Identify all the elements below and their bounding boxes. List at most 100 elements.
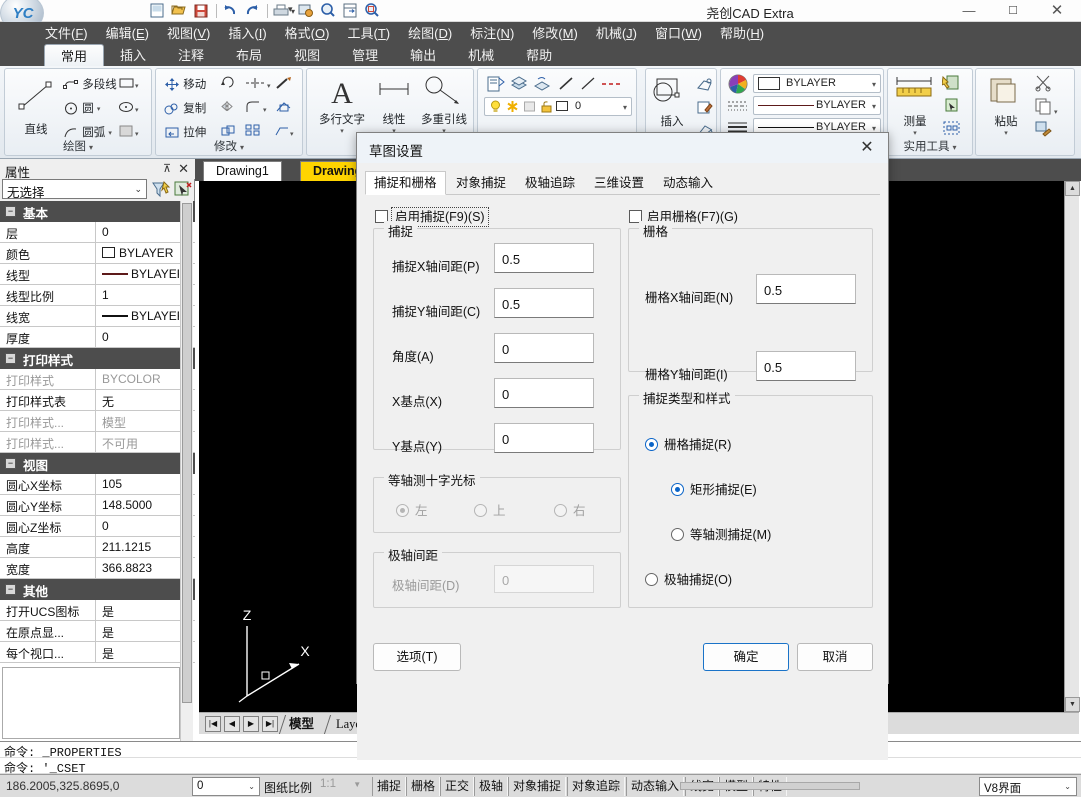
object-linetype-combo[interactable]: BYLAYER ▾ <box>753 96 881 115</box>
new-icon[interactable] <box>148 2 168 21</box>
property-value[interactable]: 不可用 <box>97 432 179 452</box>
status-layer-combo[interactable]: 0 ⌄ <box>192 777 260 796</box>
status-toggle-1[interactable]: 栅格 <box>406 777 441 796</box>
selection-combo[interactable]: 无选择 ⌄ <box>2 179 147 200</box>
menu-item-t[interactable]: 工具(T) <box>338 22 399 44</box>
ellipse-button[interactable]: ▾ <box>118 100 139 116</box>
property-group-header[interactable]: − 打印样式 <box>0 348 195 369</box>
dialog-tab-3[interactable]: 三维设置 <box>585 171 653 195</box>
layer-unisolate-icon[interactable] <box>532 75 552 96</box>
property-row[interactable]: 颜色 BYLAYER <box>0 243 195 264</box>
property-value[interactable]: 366.8823 <box>97 558 179 578</box>
property-value[interactable]: BYCOLOR <box>97 369 179 389</box>
layer-color-swatch[interactable] <box>556 101 568 111</box>
close-icon[interactable]: ✕ <box>178 161 189 177</box>
property-value[interactable]: 0 <box>97 222 179 242</box>
iso-left-radio[interactable] <box>396 504 409 517</box>
status-toggle-5[interactable]: 对象追踪 <box>567 777 626 796</box>
status-toggle-4[interactable]: 对象捕捉 <box>508 777 567 796</box>
zoom-window-icon[interactable] <box>363 2 383 21</box>
fillet-button[interactable]: ▾ <box>245 100 267 116</box>
ribbon-tab-3[interactable]: 布局 <box>220 44 278 66</box>
expander-icon[interactable]: − <box>5 584 16 595</box>
minimize-button[interactable]: — <box>947 0 991 22</box>
paste-button[interactable]: 粘贴 ▾ <box>980 75 1032 137</box>
properties-scrollbar[interactable] <box>180 201 193 744</box>
cancel-button[interactable]: 取消 <box>797 643 873 671</box>
polar-spacing-input[interactable] <box>494 565 594 593</box>
layer-freeze-vp-icon[interactable] <box>523 100 536 117</box>
status-track[interactable] <box>680 782 860 790</box>
menu-item-m[interactable]: 修改(M) <box>523 22 587 44</box>
property-row[interactable]: 打印样式表无 <box>0 390 195 411</box>
property-row[interactable]: 圆心Z坐标 0 <box>0 516 195 537</box>
maximize-button[interactable]: ☐ <box>991 0 1035 22</box>
edit-polyline-button[interactable] <box>274 76 294 93</box>
layer-dashed-icon[interactable] <box>600 75 626 96</box>
layout-icon[interactable] <box>341 2 361 21</box>
copy-button[interactable]: 复制 <box>164 100 206 116</box>
chevron-down-icon[interactable]: ▾ <box>872 102 876 111</box>
property-value[interactable]: 0 <box>97 516 179 536</box>
snap-x-input[interactable] <box>494 243 594 273</box>
select-objects-icon[interactable] <box>173 180 193 199</box>
property-row[interactable]: 打印样式... 不可用 <box>0 432 195 453</box>
measure-button[interactable]: 测量 ▾ <box>890 75 940 137</box>
property-row[interactable]: 打印样式 BYCOLOR <box>0 369 195 390</box>
property-row[interactable]: 在原点显... 是 <box>0 621 195 642</box>
drawing-tab-drawing1[interactable]: Drawing1 <box>203 161 282 181</box>
layer-line-icon-2[interactable] <box>578 75 598 96</box>
trim-button[interactable]: ▾ <box>245 76 271 92</box>
snap-xbase-input[interactable] <box>494 378 594 408</box>
ribbon-tab-7[interactable]: 机械 <box>452 44 510 66</box>
expander-icon[interactable]: − <box>5 353 16 364</box>
layer-unlock-icon[interactable] <box>540 100 553 117</box>
menu-item-j[interactable]: 机械(J) <box>587 22 646 44</box>
property-value[interactable]: 是 <box>97 621 179 641</box>
property-row[interactable]: 高度 211.1215 <box>0 537 195 558</box>
property-value[interactable]: BYLAYER <box>97 243 179 263</box>
chevron-down-icon[interactable]: ⌄ <box>248 782 255 791</box>
dialog-tab-2[interactable]: 极轴追踪 <box>516 171 584 195</box>
menu-item-o[interactable]: 格式(O) <box>276 22 339 44</box>
property-value[interactable]: BYLAYER <box>97 264 179 284</box>
expander-icon[interactable]: − <box>5 458 16 469</box>
expander-icon[interactable]: − <box>5 206 16 217</box>
layout-first-button[interactable]: |◀ <box>205 716 221 732</box>
status-toggle-3[interactable]: 极轴 <box>474 777 509 796</box>
chevron-down-icon[interactable]: ⌄ <box>1064 782 1071 791</box>
iso-left-radio-row[interactable]: 左 <box>396 500 428 519</box>
snap-angle-input[interactable] <box>494 333 594 363</box>
iso-snap-radio-row[interactable]: 等轴测捕捉(M) <box>671 524 771 543</box>
property-value[interactable]: 是 <box>97 642 179 662</box>
snap-y-input[interactable] <box>494 288 594 318</box>
ribbon-tab-6[interactable]: 输出 <box>394 44 452 66</box>
status-toggle-2[interactable]: 正交 <box>440 777 475 796</box>
menu-item-n[interactable]: 标注(N) <box>461 22 523 44</box>
options-button[interactable]: 选项(T) <box>373 643 461 671</box>
chevron-down-icon[interactable]: ⌄ <box>134 184 142 195</box>
polar-snap-radio[interactable] <box>645 573 658 586</box>
property-value[interactable]: 无 <box>97 390 179 410</box>
menu-item-e[interactable]: 编辑(E) <box>97 22 158 44</box>
property-group-header[interactable]: − 视图 <box>0 453 195 474</box>
property-row[interactable]: 打开UCS图标是 <box>0 600 195 621</box>
iso-snap-radio[interactable] <box>671 528 684 541</box>
color-wheel-icon[interactable] <box>727 73 749 98</box>
ribbon-tab-1[interactable]: 插入 <box>104 44 162 66</box>
coordinates-display[interactable]: 186.2005,325.8695,0 <box>6 779 119 793</box>
copy-clip-icon[interactable]: ▾ <box>1034 97 1058 118</box>
quick-select-icon[interactable] <box>151 180 171 199</box>
property-row[interactable]: 打印样式... 模型 <box>0 411 195 432</box>
mtext-button[interactable]: A 多行文字 ▾ <box>313 75 371 135</box>
zoom-icon[interactable] <box>319 2 339 21</box>
property-row[interactable]: 圆心X坐标 105 <box>0 474 195 495</box>
ok-button[interactable]: 确定 <box>703 643 789 671</box>
iso-top-radio[interactable] <box>474 504 487 517</box>
move-button[interactable]: 移动 <box>164 76 206 92</box>
property-row[interactable]: 每个视口... 是 <box>0 642 195 663</box>
open-icon[interactable] <box>170 2 190 21</box>
polyline-button[interactable]: 多段线 <box>63 76 117 92</box>
dialog-close-button[interactable]: ✕ <box>850 135 884 161</box>
dialog-tab-1[interactable]: 对象捕捉 <box>447 171 515 195</box>
